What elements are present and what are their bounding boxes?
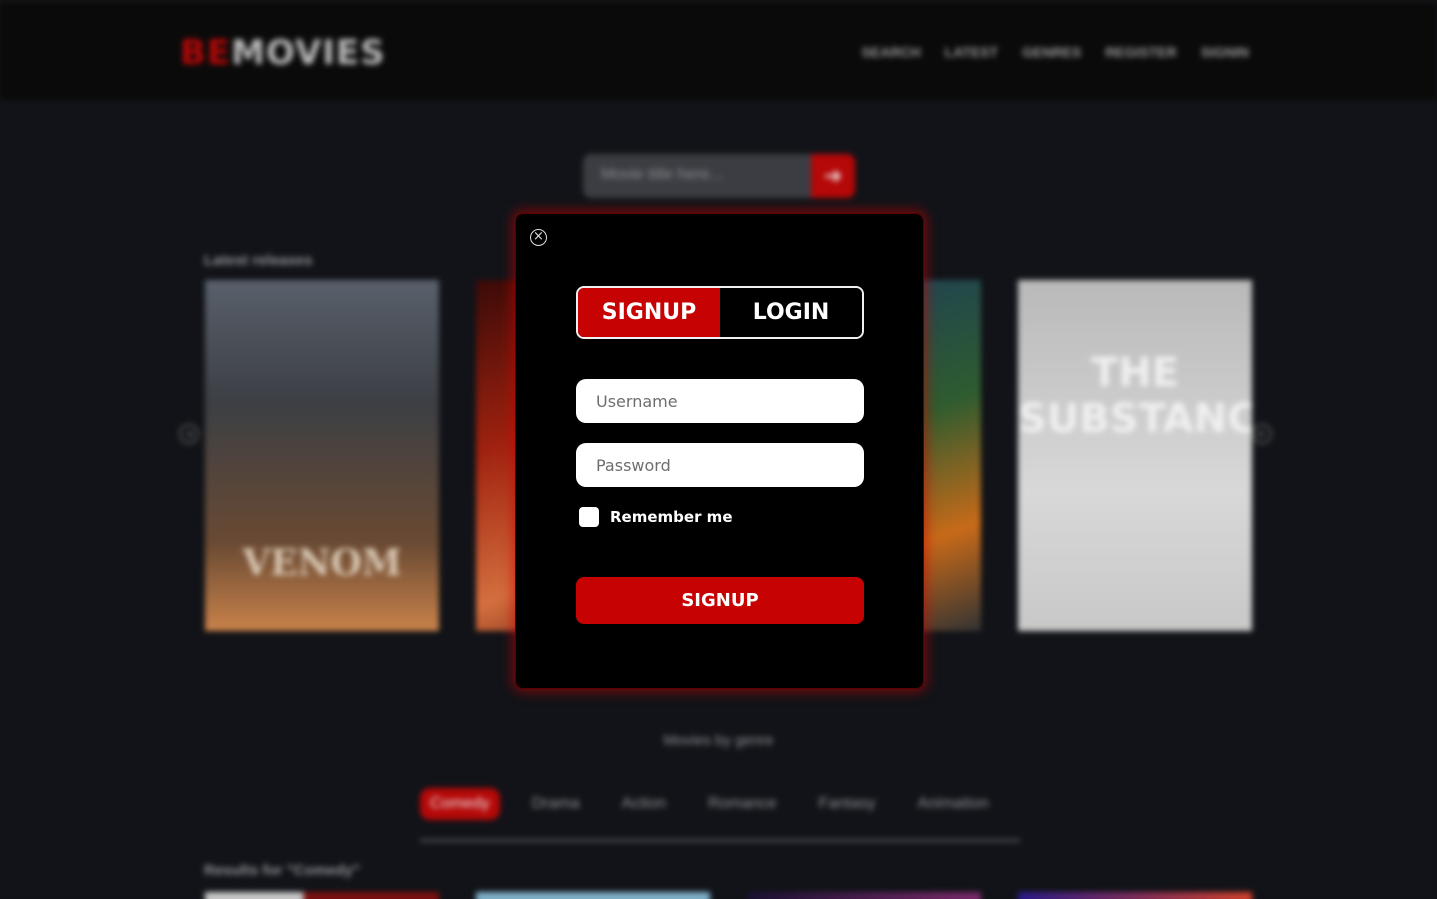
remember-me-row: Remember me: [579, 507, 733, 527]
auth-mode-toggle: SIGNUP LOGIN: [576, 286, 864, 339]
tab-signup[interactable]: SIGNUP: [578, 288, 720, 337]
username-field[interactable]: [576, 379, 864, 423]
remember-me-label: Remember me: [610, 508, 733, 526]
tab-login[interactable]: LOGIN: [720, 288, 862, 337]
close-icon[interactable]: ×: [530, 229, 547, 246]
remember-me-checkbox[interactable]: [579, 507, 599, 527]
signup-submit-button[interactable]: SIGNUP: [576, 577, 864, 624]
auth-modal: × SIGNUP LOGIN Remember me SIGNUP: [515, 213, 924, 689]
page: BEMOVIES SEARCH LATEST GENRES REGISTER S…: [0, 0, 1437, 899]
password-field[interactable]: [576, 443, 864, 487]
